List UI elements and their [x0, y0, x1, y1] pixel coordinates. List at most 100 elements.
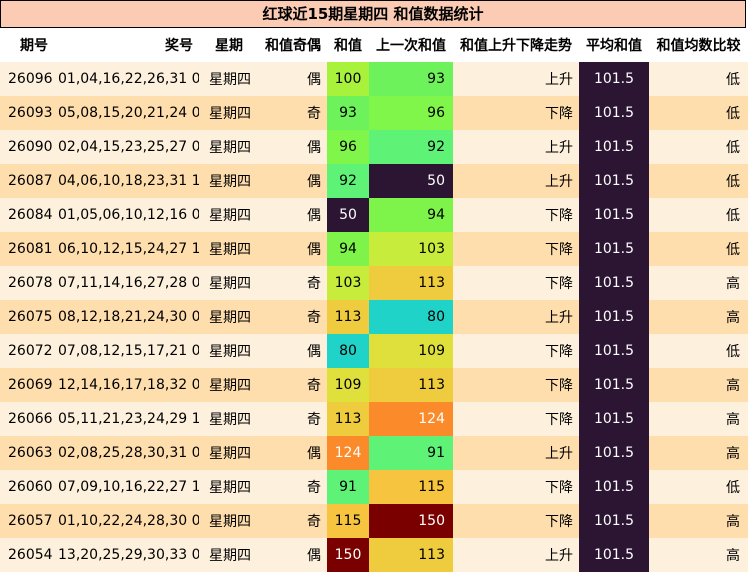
- cell-prev-sum: 91: [369, 436, 453, 470]
- cell-odd-even: 偶: [259, 436, 327, 470]
- cell-sum: 113: [327, 402, 369, 436]
- cell-weekday: 星期四: [199, 470, 259, 504]
- cell-odd-even: 偶: [259, 130, 327, 164]
- cell-compare: 低: [649, 470, 748, 504]
- cell-prev-sum: 93: [369, 62, 453, 96]
- cell-numbers: 01,05,06,10,12,16 05: [56, 198, 199, 232]
- cell-sum: 91: [327, 470, 369, 504]
- cell-avg: 101.5: [579, 402, 649, 436]
- cell-odd-even: 偶: [259, 198, 327, 232]
- cell-sum: 103: [327, 266, 369, 300]
- cell-compare: 低: [649, 232, 748, 266]
- cell-trend: 上升: [453, 436, 579, 470]
- cell-sum: 113: [327, 300, 369, 334]
- cell-numbers: 01,04,16,22,26,31 04: [56, 62, 199, 96]
- cell-avg: 101.5: [579, 470, 649, 504]
- cell-odd-even: 偶: [259, 62, 327, 96]
- cell-weekday: 星期四: [199, 300, 259, 334]
- cell-avg: 101.5: [579, 164, 649, 198]
- cell-weekday: 星期四: [199, 504, 259, 538]
- cell-compare: 低: [649, 198, 748, 232]
- cell-weekday: 星期四: [199, 62, 259, 96]
- header-trend: 和值上升下降走势: [453, 28, 579, 62]
- header-sum: 和值: [327, 28, 369, 62]
- cell-period: 26093: [0, 96, 56, 130]
- cell-period: 26078: [0, 266, 56, 300]
- table-row: 26093 05,08,15,20,21,24 09 星期四奇 93 96 下降 101.5…: [0, 96, 748, 130]
- cell-weekday: 星期四: [199, 436, 259, 470]
- cell-odd-even: 偶: [259, 334, 327, 368]
- cell-compare: 低: [649, 62, 748, 96]
- cell-trend: 下降: [453, 470, 579, 504]
- cell-compare: 低: [649, 164, 748, 198]
- table-row: 26072 07,08,12,15,17,21 01 星期四偶 80 109 下降 101.…: [0, 334, 748, 368]
- header-odd-even: 和值奇偶: [259, 28, 327, 62]
- cell-prev-sum: 80: [369, 300, 453, 334]
- cell-compare: 低: [649, 130, 748, 164]
- cell-weekday: 星期四: [199, 538, 259, 572]
- cell-odd-even: 奇: [259, 470, 327, 504]
- cell-sum: 150: [327, 538, 369, 572]
- cell-weekday: 星期四: [199, 232, 259, 266]
- cell-avg: 101.5: [579, 300, 649, 334]
- header-prev-sum: 上一次和值: [369, 28, 453, 62]
- cell-avg: 101.5: [579, 198, 649, 232]
- cell-numbers: 07,09,10,16,22,27 11: [56, 470, 199, 504]
- cell-avg: 101.5: [579, 538, 649, 572]
- cell-numbers: 06,10,12,15,24,27 12: [56, 232, 199, 266]
- table-row: 26060 07,09,10,16,22,27 11 星期四奇 91 115 下降 101.…: [0, 470, 748, 504]
- cell-odd-even: 偶: [259, 164, 327, 198]
- cell-sum: 92: [327, 164, 369, 198]
- cell-period: 26069: [0, 368, 56, 402]
- cell-sum: 96: [327, 130, 369, 164]
- cell-prev-sum: 96: [369, 96, 453, 130]
- stats-page: 红球近15期星期四 和值数据统计 期号 奖号 星期 和值奇偶 和值 上一次和值 …: [0, 0, 748, 573]
- cell-prev-sum: 150: [369, 504, 453, 538]
- header-weekday: 星期: [199, 28, 259, 62]
- sum-stats-table: 期号 奖号 星期 和值奇偶 和值 上一次和值 和值上升下降走势 平均和值 和值均…: [0, 28, 748, 572]
- header-period: 期号: [0, 28, 56, 62]
- cell-odd-even: 偶: [259, 538, 327, 572]
- cell-prev-sum: 92: [369, 130, 453, 164]
- table-row: 26087 04,06,10,18,23,31 11 星期四偶 92 50 上升 101.5…: [0, 164, 748, 198]
- cell-period: 26090: [0, 130, 56, 164]
- table-row: 26081 06,10,12,15,24,27 12 星期四偶 94 103 下降 101.…: [0, 232, 748, 266]
- cell-weekday: 星期四: [199, 402, 259, 436]
- cell-avg: 101.5: [579, 368, 649, 402]
- table-row: 26078 07,11,14,16,27,28 06 星期四奇 103 113 下降 101…: [0, 266, 748, 300]
- cell-sum: 100: [327, 62, 369, 96]
- cell-sum: 94: [327, 232, 369, 266]
- cell-numbers: 05,11,21,23,24,29 16: [56, 402, 199, 436]
- cell-sum: 80: [327, 334, 369, 368]
- cell-compare: 高: [649, 436, 748, 470]
- cell-trend: 下降: [453, 266, 579, 300]
- cell-compare: 高: [649, 538, 748, 572]
- cell-odd-even: 奇: [259, 368, 327, 402]
- cell-odd-even: 奇: [259, 96, 327, 130]
- cell-period: 26063: [0, 436, 56, 470]
- cell-period: 26087: [0, 164, 56, 198]
- cell-numbers: 13,20,25,29,30,33 02: [56, 538, 199, 572]
- cell-numbers: 07,08,12,15,17,21 01: [56, 334, 199, 368]
- cell-sum: 109: [327, 368, 369, 402]
- cell-compare: 高: [649, 402, 748, 436]
- cell-trend: 下降: [453, 232, 579, 266]
- cell-prev-sum: 113: [369, 538, 453, 572]
- cell-weekday: 星期四: [199, 198, 259, 232]
- cell-weekday: 星期四: [199, 334, 259, 368]
- cell-numbers: 02,04,15,23,25,27 03: [56, 130, 199, 164]
- cell-compare: 高: [649, 300, 748, 334]
- table-row: 26057 01,10,22,24,28,30 07 星期四奇 115 150 下降 101…: [0, 504, 748, 538]
- cell-period: 26072: [0, 334, 56, 368]
- cell-numbers: 01,10,22,24,28,30 07: [56, 504, 199, 538]
- cell-avg: 101.5: [579, 436, 649, 470]
- cell-numbers: 05,08,15,20,21,24 09: [56, 96, 199, 130]
- table-row: 26084 01,05,06,10,12,16 05 星期四偶 50 94 下降 101.5…: [0, 198, 748, 232]
- cell-period: 26096: [0, 62, 56, 96]
- header-avg: 平均和值: [579, 28, 649, 62]
- table-row: 26090 02,04,15,23,25,27 03 星期四偶 96 92 上升 101.5…: [0, 130, 748, 164]
- cell-sum: 124: [327, 436, 369, 470]
- cell-period: 26060: [0, 470, 56, 504]
- cell-period: 26066: [0, 402, 56, 436]
- cell-trend: 上升: [453, 164, 579, 198]
